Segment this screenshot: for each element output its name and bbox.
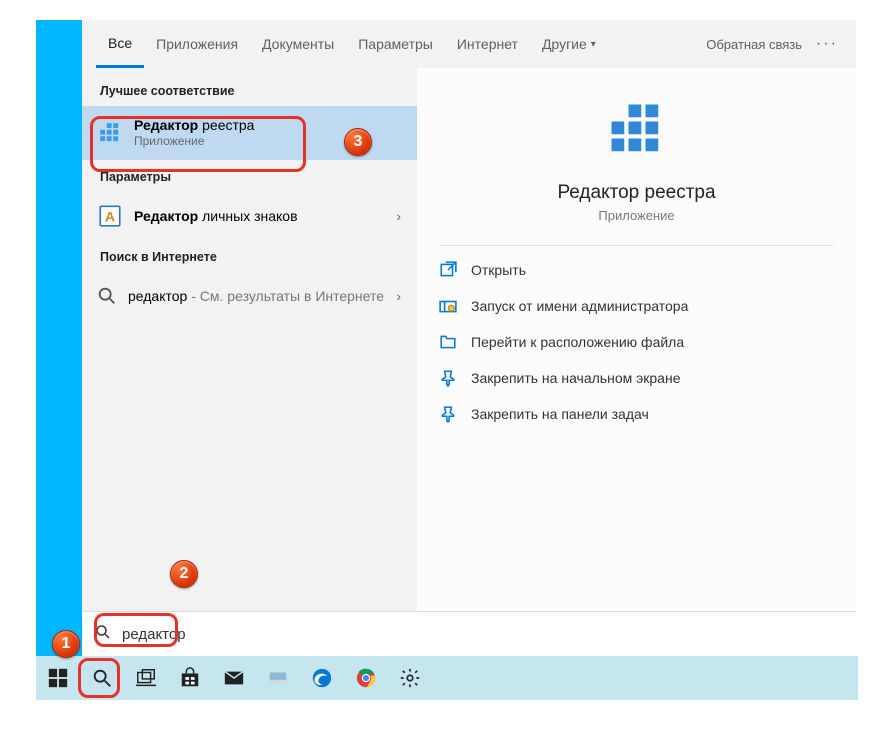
section-settings: Параметры [82,160,417,192]
tab-apps[interactable]: Приложения [144,20,250,68]
preview-subtitle: Приложение [417,208,856,223]
search-content: Лучшее соответствие Редактор реестра При… [82,68,856,656]
action-pin-start[interactable]: Закрепить на начальном экране [417,360,856,396]
chrome-icon[interactable] [352,664,380,692]
annotation-marker-1: 1 [52,630,80,658]
results-column: Лучшее соответствие Редактор реестра При… [82,68,417,656]
store-icon[interactable] [176,664,204,692]
action-run-admin[interactable]: Запуск от имени администратора [417,288,856,324]
tab-internet[interactable]: Интернет [445,20,530,68]
search-input[interactable] [122,626,844,643]
open-icon [439,261,457,279]
section-web: Поиск в Интернете [82,240,417,272]
cortana-sidebar [36,20,82,700]
chevron-right-icon: › [396,288,401,304]
explorer-icon[interactable] [264,664,292,692]
chevron-right-icon: › [396,208,401,224]
folder-icon [439,333,457,351]
search-bar [82,611,856,656]
taskbar [36,656,858,700]
preview-title: Редактор реестра [417,182,856,204]
more-icon[interactable]: ··· [812,35,842,53]
tab-documents[interactable]: Документы [250,20,346,68]
action-open[interactable]: Открыть [417,252,856,288]
pin-start-icon [439,369,457,387]
annotation-marker-2: 2 [170,560,198,588]
preview-app-icon [603,96,671,164]
tab-settings[interactable]: Параметры [346,20,445,68]
result-web[interactable]: редактор - См. результаты в Интернете › [82,272,417,320]
pin-taskbar-icon [439,405,457,423]
admin-icon [439,297,457,315]
svg-text:A: A [105,208,115,224]
search-tabs: Все Приложения Документы Параметры Интер… [82,20,856,68]
start-button[interactable] [44,664,72,692]
tab-all[interactable]: Все [96,20,144,68]
action-open-location[interactable]: Перейти к расположению файла [417,324,856,360]
result-web-text: редактор - См. результаты в Интернете [128,287,396,305]
feedback-link[interactable]: Обратная связь [696,37,812,52]
regedit-icon [96,119,124,147]
taskbar-search-button[interactable] [88,664,116,692]
result-eudcedit[interactable]: A Редактор личных знаков › [82,192,417,240]
edge-icon[interactable] [308,664,336,692]
result-eudcedit-text: Редактор личных знаков [134,207,396,225]
action-pin-taskbar[interactable]: Закрепить на панели задач [417,396,856,432]
chevron-down-icon: ▾ [591,39,596,50]
task-view-button[interactable] [132,664,160,692]
separator [439,245,834,246]
section-best-match: Лучшее соответствие [82,74,417,106]
mail-icon[interactable] [220,664,248,692]
settings-icon[interactable] [396,664,424,692]
eudcedit-icon: A [96,202,124,230]
preview-pane: Редактор реестра Приложение Открыть Запу… [417,68,856,656]
annotation-marker-3: 3 [344,128,372,156]
search-icon [96,282,118,310]
tab-other[interactable]: Другие▾ [530,20,608,68]
search-panel: Все Приложения Документы Параметры Интер… [82,20,856,656]
search-icon [94,623,112,646]
